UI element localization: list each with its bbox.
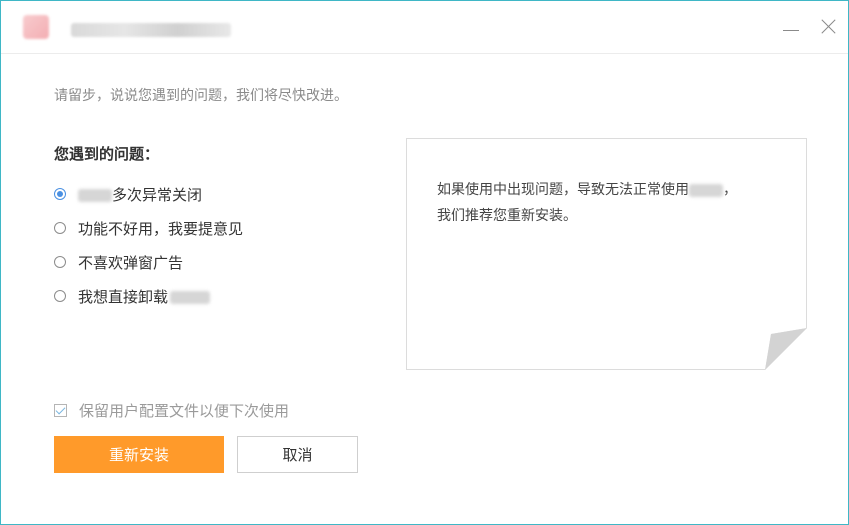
- title-bar: [1, 1, 848, 54]
- option-popup-ads[interactable]: 不喜欢弹窗广告: [54, 245, 243, 279]
- advice-text: 如果使用中出现问题，导致无法正常使用， 我们推荐您重新安装。: [437, 182, 737, 224]
- option-label: 多次异常关闭: [78, 184, 202, 205]
- reinstall-button[interactable]: 重新安装: [54, 436, 224, 473]
- close-button[interactable]: [817, 15, 841, 39]
- radio-button[interactable]: [54, 222, 66, 234]
- option-label: 功能不好用，我要提意见: [78, 219, 244, 238]
- uninstall-feedback-window: 请留步，说说您遇到的问题，我们将尽快改进。 您遇到的问题： 多次异常关闭 功能不…: [0, 0, 849, 525]
- app-logo-icon: [23, 15, 49, 39]
- question-title: 您遇到的问题：: [54, 145, 160, 163]
- redacted-app-name: [170, 290, 211, 304]
- redacted-app-name: [689, 183, 723, 197]
- cancel-button[interactable]: 取消: [237, 436, 358, 473]
- advice-note-card: 如果使用中出现问题，导致无法正常使用， 我们推荐您重新安装。: [406, 138, 807, 370]
- option-label: 我想直接卸载: [78, 286, 211, 307]
- option-uninstall[interactable]: 我想直接卸载: [54, 279, 243, 313]
- option-feedback[interactable]: 功能不好用，我要提意见: [54, 211, 243, 245]
- window-title-redacted: [71, 23, 231, 37]
- keep-config-checkbox-row[interactable]: 保留用户配置文件以便下次使用: [54, 400, 289, 421]
- problem-options: 多次异常关闭 功能不好用，我要提意见 不喜欢弹窗广告 我想直接卸载: [54, 177, 243, 313]
- intro-text: 请留步，说说您遇到的问题，我们将尽快改进。: [54, 88, 348, 104]
- page-curl-icon: [765, 328, 807, 370]
- option-abnormal-close[interactable]: 多次异常关闭: [54, 177, 243, 211]
- redacted-app-name: [78, 188, 112, 202]
- radio-button[interactable]: [54, 188, 66, 200]
- minimize-button[interactable]: [779, 15, 803, 39]
- keep-config-checkbox[interactable]: [54, 404, 67, 417]
- keep-config-label: 保留用户配置文件以便下次使用: [79, 402, 290, 420]
- option-label: 不喜欢弹窗广告: [78, 253, 184, 272]
- radio-button[interactable]: [54, 256, 66, 268]
- radio-button[interactable]: [54, 290, 66, 302]
